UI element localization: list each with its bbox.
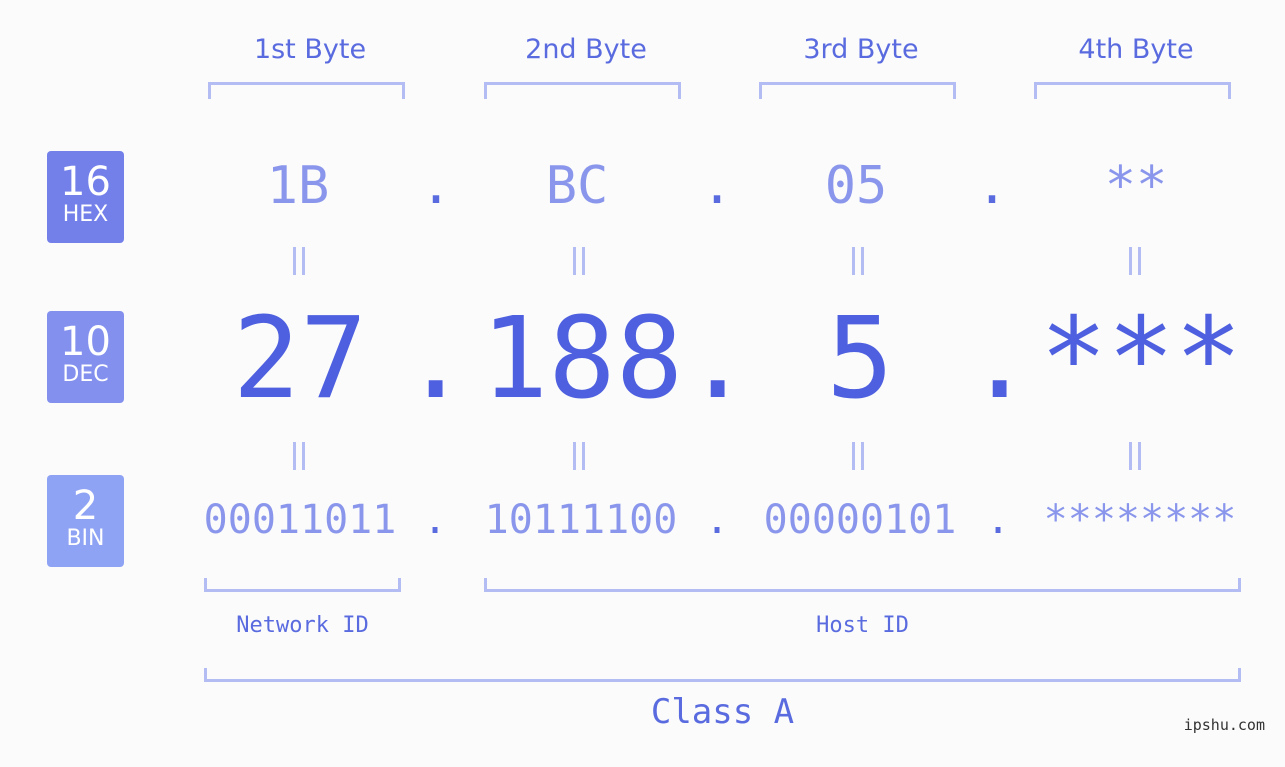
bin-dot-1: .: [422, 497, 448, 543]
host-id-label: Host ID: [816, 613, 909, 638]
dec-value-3: 5: [826, 294, 894, 424]
class-bracket: [204, 668, 1241, 682]
bin-badge-number: 2: [72, 483, 99, 529]
dec-value-1: 27: [232, 294, 368, 424]
equals-icon: [1129, 442, 1141, 470]
bin-value-2: 10111100: [484, 497, 678, 543]
bin-value-4: ********: [1043, 497, 1237, 543]
bin-value-1: 00011011: [203, 497, 397, 543]
hex-badge: 16 HEX: [47, 151, 124, 243]
equals-icon: [573, 247, 585, 275]
bin-dot-3: .: [985, 497, 1011, 543]
equals-icon: [852, 247, 864, 275]
bin-dot-2: .: [704, 497, 730, 543]
hex-value-2: BC: [545, 156, 609, 216]
bin-badge: 2 BIN: [47, 475, 124, 567]
bin-value-3: 00000101: [763, 497, 957, 543]
dec-badge-number: 10: [60, 319, 111, 365]
hex-value-4: **: [1104, 156, 1168, 216]
hex-dot-2: .: [701, 156, 733, 216]
dec-badge-label: DEC: [62, 362, 109, 387]
equals-icon: [293, 247, 305, 275]
class-label: Class A: [650, 692, 795, 732]
byte-header-1: 1st Byte: [253, 34, 367, 65]
bin-badge-label: BIN: [66, 526, 105, 551]
byte-bracket-3: [759, 82, 956, 99]
hex-dot-3: .: [976, 156, 1008, 216]
network-id-bracket: [204, 578, 401, 592]
hex-badge-label: HEX: [62, 202, 109, 227]
byte-header-2: 2nd Byte: [525, 34, 647, 65]
equals-icon: [1129, 247, 1141, 275]
byte-bracket-1: [208, 82, 405, 99]
hex-dot-1: .: [420, 156, 452, 216]
byte-bracket-2: [484, 82, 681, 99]
hex-badge-number: 16: [60, 159, 111, 205]
byte-bracket-4: [1034, 82, 1231, 99]
byte-header-4: 4th Byte: [1078, 34, 1194, 65]
equals-icon: [573, 442, 585, 470]
hex-value-1: 1B: [266, 156, 330, 216]
equals-icon: [293, 442, 305, 470]
dec-badge: 10 DEC: [47, 311, 124, 403]
dec-value-2: 188: [480, 294, 684, 424]
watermark: ipshu.com: [1183, 716, 1265, 734]
host-id-bracket: [484, 578, 1241, 592]
dec-value-4: ***: [1039, 294, 1243, 424]
equals-icon: [852, 442, 864, 470]
network-id-label: Network ID: [236, 613, 369, 638]
byte-header-3: 3rd Byte: [803, 34, 919, 65]
hex-value-3: 05: [824, 156, 888, 216]
